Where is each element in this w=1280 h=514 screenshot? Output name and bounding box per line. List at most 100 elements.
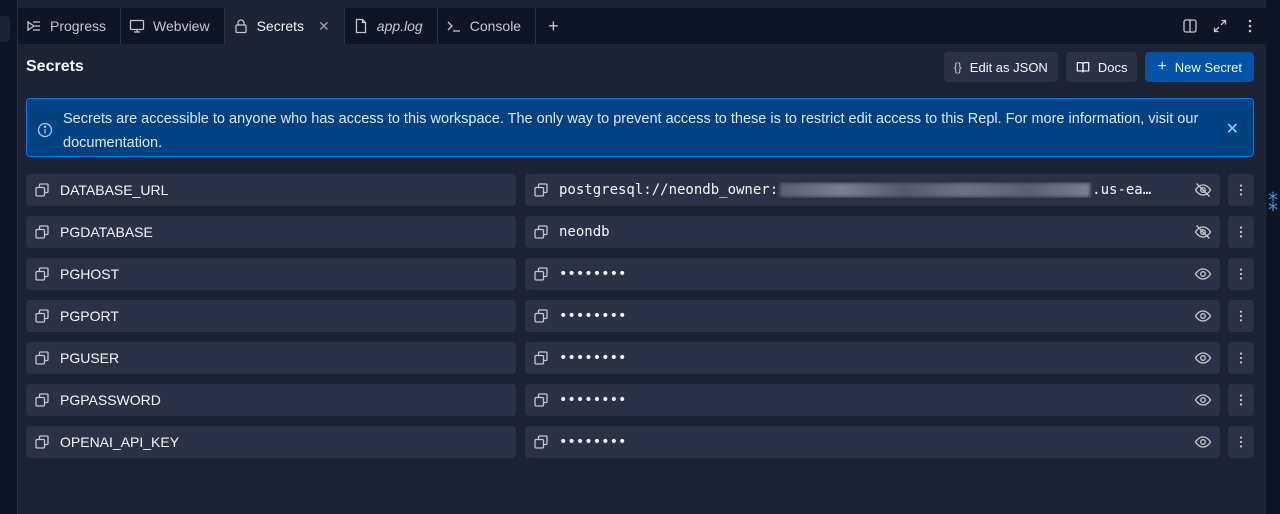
copy-icon[interactable] xyxy=(533,392,549,408)
braces-icon: {} xyxy=(953,60,962,74)
more-vertical-icon[interactable] xyxy=(1242,18,1258,34)
secret-value-prefix: postgresql://neondb_owner: xyxy=(559,182,779,198)
secret-value-prefix: neondb xyxy=(559,224,610,240)
tab-label: Webview xyxy=(153,18,210,34)
copy-icon[interactable] xyxy=(533,266,549,282)
eye-icon[interactable] xyxy=(1194,391,1212,409)
left-pane-handle[interactable] xyxy=(0,16,10,42)
close-banner-icon[interactable]: ✕ xyxy=(1226,119,1239,139)
eye-icon[interactable] xyxy=(1194,349,1212,367)
eye-off-icon[interactable] xyxy=(1194,181,1212,199)
secret-more-button[interactable] xyxy=(1228,384,1254,416)
secret-key-label: DATABASE_URL xyxy=(60,182,169,198)
lock-icon xyxy=(233,18,249,34)
secret-key-label: PGPORT xyxy=(60,308,119,324)
secret-value-field[interactable]: postgresql://neondb_owner: .us-ea… xyxy=(525,174,1220,206)
new-secret-button[interactable]: + New Secret xyxy=(1145,52,1254,82)
plus-icon: + xyxy=(548,15,559,36)
copy-icon[interactable] xyxy=(34,350,50,366)
secret-more-button[interactable] xyxy=(1228,174,1254,206)
secret-value-field[interactable]: neondb xyxy=(525,216,1220,248)
tab-app-log[interactable]: app.log xyxy=(345,8,438,44)
secret-more-button[interactable] xyxy=(1228,216,1254,248)
edit-as-json-button[interactable]: {} Edit as JSON xyxy=(943,52,1058,82)
eye-icon[interactable] xyxy=(1194,265,1212,283)
secret-row: OPENAI_API_KEY •••••••• xyxy=(26,426,1254,458)
tab-secrets[interactable]: Secrets ✕ xyxy=(224,8,345,44)
secret-key-field[interactable]: OPENAI_API_KEY xyxy=(26,426,516,458)
copy-icon[interactable] xyxy=(533,224,549,240)
eye-off-icon[interactable] xyxy=(1194,223,1212,241)
secret-value-prefix: •••••••• xyxy=(559,266,627,282)
copy-icon[interactable] xyxy=(34,224,50,240)
left-pane-edge xyxy=(0,0,18,514)
copy-icon[interactable] xyxy=(34,266,50,282)
split-pane-icon[interactable] xyxy=(1182,18,1198,34)
secret-key-label: PGHOST xyxy=(60,266,120,282)
secret-value-field[interactable]: •••••••• xyxy=(525,258,1220,290)
secrets-header: Secrets {} Edit as JSON Docs + New Secre… xyxy=(18,44,1266,90)
page-title: Secrets xyxy=(26,58,84,75)
tab-webview[interactable]: Webview xyxy=(121,8,225,44)
eye-icon[interactable] xyxy=(1194,307,1212,325)
secret-value-field[interactable]: •••••••• xyxy=(525,300,1220,332)
secrets-panel: Progress Webview Secrets ✕ app.log Conso… xyxy=(18,0,1266,514)
copy-icon[interactable] xyxy=(34,308,50,324)
secret-more-button[interactable] xyxy=(1228,426,1254,458)
secret-more-button[interactable] xyxy=(1228,258,1254,290)
book-icon xyxy=(1076,60,1090,74)
add-tab-button[interactable]: + xyxy=(536,8,571,44)
tab-progress[interactable]: Progress xyxy=(18,8,122,44)
right-pane-edge: ⁑ xyxy=(1266,0,1280,514)
new-secret-label: New Secret xyxy=(1174,59,1242,75)
banner-text: Secrets are accessible to anyone who has… xyxy=(63,111,1199,151)
header-actions: {} Edit as JSON Docs + New Secret xyxy=(943,52,1254,82)
more-vertical-icon xyxy=(1234,393,1248,407)
tab-label: Progress xyxy=(50,18,107,34)
tab-console[interactable]: Console xyxy=(438,8,537,44)
copy-icon[interactable] xyxy=(533,350,549,366)
copy-icon[interactable] xyxy=(533,434,549,450)
secret-value-text: •••••••• xyxy=(559,392,1220,408)
secret-more-button[interactable] xyxy=(1228,342,1254,374)
secret-key-label: PGUSER xyxy=(60,350,120,366)
secret-value-prefix: •••••••• xyxy=(559,350,627,366)
progress-icon xyxy=(26,18,42,34)
close-tab-icon[interactable]: ✕ xyxy=(318,18,330,35)
maximize-icon[interactable] xyxy=(1212,18,1228,34)
tab-label: Console xyxy=(469,18,522,34)
secret-more-button[interactable] xyxy=(1228,300,1254,332)
secret-row: PGUSER •••••••• xyxy=(26,342,1254,374)
secret-key-field[interactable]: PGUSER xyxy=(26,342,516,374)
secret-value-field[interactable]: •••••••• xyxy=(525,426,1220,458)
secret-key-field[interactable]: PGPORT xyxy=(26,300,516,332)
copy-icon[interactable] xyxy=(533,308,549,324)
secret-key-field[interactable]: PGPASSWORD xyxy=(26,384,516,416)
secret-key-field[interactable]: PGHOST xyxy=(26,258,516,290)
docs-label: Docs xyxy=(1097,59,1128,75)
secret-value-field[interactable]: •••••••• xyxy=(525,342,1220,374)
secret-value-prefix: •••••••• xyxy=(559,308,627,324)
secret-key-field[interactable]: PGDATABASE xyxy=(26,216,516,248)
secret-value-prefix: •••••••• xyxy=(559,434,627,450)
secret-value-text: •••••••• xyxy=(559,266,1220,282)
secret-row: PGDATABASE neondb xyxy=(26,216,1254,248)
secret-value-field[interactable]: •••••••• xyxy=(525,384,1220,416)
more-vertical-icon xyxy=(1234,267,1248,281)
secret-row: PGPASSWORD •••••••• xyxy=(26,384,1254,416)
eye-icon[interactable] xyxy=(1194,433,1212,451)
copy-icon[interactable] xyxy=(34,392,50,408)
more-vertical-icon xyxy=(1234,183,1248,197)
secret-value-text: •••••••• xyxy=(559,308,1220,324)
secret-key-field[interactable]: DATABASE_URL xyxy=(26,174,516,206)
copy-icon[interactable] xyxy=(34,434,50,450)
copy-icon[interactable] xyxy=(34,182,50,198)
terminal-icon xyxy=(446,18,462,34)
copy-icon[interactable] xyxy=(533,182,549,198)
tab-label: app.log xyxy=(376,18,423,34)
edit-as-json-label: Edit as JSON xyxy=(969,59,1048,75)
drag-handle-icon[interactable]: ⁑ xyxy=(1268,192,1278,218)
secret-row: PGPORT •••••••• xyxy=(26,300,1254,332)
docs-button[interactable]: Docs xyxy=(1065,52,1138,82)
tab-label: Secrets xyxy=(256,18,305,34)
